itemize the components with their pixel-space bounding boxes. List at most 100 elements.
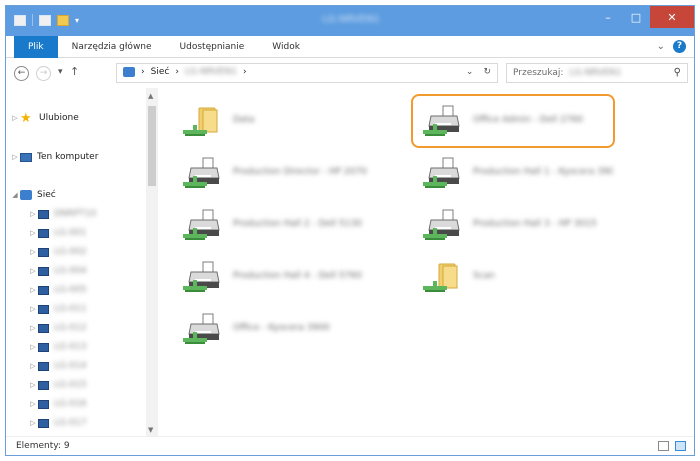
expand-arrow-icon[interactable]: ▷ [28,305,38,313]
computer-icon [38,361,49,371]
refresh-button[interactable]: ↻ [483,67,491,77]
nav-network-computer[interactable]: ▷ LG-013 [28,339,86,355]
breadcrumb-network[interactable]: Sieć [151,67,170,77]
large-icons-view-button[interactable] [675,441,686,451]
address-bar-actions: ⌄ ↻ [466,67,491,77]
nav-scrollbar[interactable]: ▲ ▼ [146,88,158,438]
expand-arrow-icon[interactable]: ▷ [28,362,38,370]
expand-arrow-icon[interactable]: ▷ [28,400,38,408]
search-icon[interactable]: ⚲ [674,67,681,78]
expand-arrow-icon[interactable]: ▷ [10,153,20,161]
nav-network-computer[interactable]: ▷ LG-016 [28,396,86,412]
breadcrumb-separator: › [242,67,247,77]
nav-network-computer[interactable]: ▷ LG-014 [28,358,86,374]
minimize-button[interactable]: – [594,6,622,28]
details-view-button[interactable] [658,441,669,451]
nav-network-computer[interactable]: ▷ LG-011 [28,301,86,317]
close-button[interactable]: ✕ [650,6,694,28]
collapse-arrow-icon[interactable]: ◢ [10,191,20,199]
navigation-pane: ▷ ★ Ulubione ▷ Ten komputer ◢ Sieć ▷ DNRP… [6,88,156,438]
network-printer-icon [183,157,220,188]
nav-item-label: LG-016 [54,399,87,409]
computer-icon [38,418,49,428]
expand-arrow-icon[interactable]: ▷ [28,210,38,218]
expand-arrow-icon[interactable]: ▷ [28,229,38,237]
help-icon[interactable]: ? [673,40,686,53]
scroll-up-arrow-icon[interactable]: ▲ [148,92,153,100]
nav-network-computer[interactable]: ▷ LG-012 [28,320,86,336]
new-folder-icon[interactable] [57,14,69,26]
title-bar[interactable]: ▾ LG-NRVEN1 – □ ✕ [6,6,694,36]
tab-file[interactable]: Plik [14,36,58,58]
up-button[interactable]: ↑ [70,65,79,78]
expand-arrow-icon[interactable]: ▷ [28,267,38,275]
printer-item[interactable]: Production Hall 1 - Kyocera 3900 [411,150,613,196]
search-input[interactable]: Przeszukaj: LG-NRVEN1 ⚲ [506,63,688,83]
nav-item-label: Ulubione [39,113,79,123]
folder-item[interactable]: Scan [411,254,611,300]
computer-icon [38,304,49,314]
nav-network-computer[interactable]: ▷ DNRPT10 [28,206,96,222]
expand-arrow-icon[interactable]: ▷ [28,343,38,351]
network-icon [123,67,135,77]
breadcrumb-computer[interactable]: LG-NRVEN1 [185,67,237,77]
expand-arrow-icon[interactable]: ▷ [28,419,38,427]
breadcrumb-separator: › [175,67,179,77]
folder-item[interactable]: Data [171,98,371,144]
printer-item[interactable]: Production Director - HP 2070 [171,150,371,196]
nav-network-computer[interactable]: ▷ LG-015 [28,377,86,393]
nav-item-favorites[interactable]: ▷ ★ Ulubione [10,110,79,126]
nav-item-label: LG-014 [54,361,87,371]
back-button[interactable]: ← [14,66,29,81]
nav-network-computer[interactable]: ▷ LG-004 [28,263,86,279]
nav-item-network[interactable]: ◢ Sieć [10,187,56,203]
window-controls: – □ ✕ [594,6,694,28]
item-name: Production Hall 2 - Dell 5130 [233,219,362,229]
item-name: Production Hall 1 - Kyocera 3900 [473,167,613,177]
nav-item-label: LG-005 [54,285,87,295]
computer-icon [38,266,49,276]
maximize-button[interactable]: □ [622,6,650,28]
network-printer-icon [183,313,220,344]
network-icon [20,190,32,200]
ribbon: Plik Narzędzia główne Udostępnianie Wido… [6,36,694,58]
nav-network-computer[interactable]: ▷ LG-017 [28,415,86,431]
printer-item[interactable]: Office Admin - Dell 2760 [411,94,615,148]
address-row: ← → ▾ ↑ › Sieć › LG-NRVEN1 › ⌄ ↻ Przeszu… [6,58,694,88]
printer-item[interactable]: Production Hall 4 - Dell 5760 [171,254,371,300]
breadcrumb-separator: › [141,67,145,77]
nav-network-computer[interactable]: ▷ LG-001 [28,225,86,241]
printer-item[interactable]: Office - Kyocera 3900 [171,306,371,352]
properties-icon[interactable] [39,14,51,26]
address-dropdown-button[interactable]: ⌄ [466,67,474,77]
address-bar[interactable]: › Sieć › LG-NRVEN1 › ⌄ ↻ [116,63,498,83]
computer-icon [38,380,49,390]
nav-item-label: LG-015 [54,380,87,390]
scrollbar-thumb[interactable] [148,106,156,186]
tab-home[interactable]: Narzędzia główne [58,36,166,58]
printer-item[interactable]: Production Hall 2 - Dell 5130 [171,202,371,248]
expand-ribbon-button[interactable]: ⌄ [657,41,665,52]
expand-arrow-icon[interactable]: ▷ [28,286,38,294]
tab-view[interactable]: Widok [258,36,314,58]
expand-arrow-icon[interactable]: ▷ [28,324,38,332]
forward-button[interactable]: → [36,66,51,81]
network-printer-icon [183,261,220,292]
expand-arrow-icon[interactable]: ▷ [28,381,38,389]
item-name: Office Admin - Dell 2760 [473,115,584,125]
scroll-down-arrow-icon[interactable]: ▼ [148,426,153,434]
tab-share[interactable]: Udostępnianie [166,36,259,58]
window-title: LG-NRVEN1 [322,14,380,25]
explorer-app-icon[interactable] [14,14,26,26]
recent-locations-dropdown[interactable]: ▾ [58,67,63,77]
printer-item[interactable]: Production Hall 3 - HP 3015 [411,202,611,248]
item-name: Data [233,115,255,125]
customize-toolbar-dropdown[interactable]: ▾ [75,16,79,25]
item-name: Scan [473,271,495,281]
nav-item-this-pc[interactable]: ▷ Ten komputer [10,149,98,165]
expand-arrow-icon[interactable]: ▷ [10,114,20,122]
nav-network-computer[interactable]: ▷ LG-005 [28,282,86,298]
expand-arrow-icon[interactable]: ▷ [28,248,38,256]
nav-network-computer[interactable]: ▷ LG-002 [28,244,86,260]
computer-icon [38,285,49,295]
